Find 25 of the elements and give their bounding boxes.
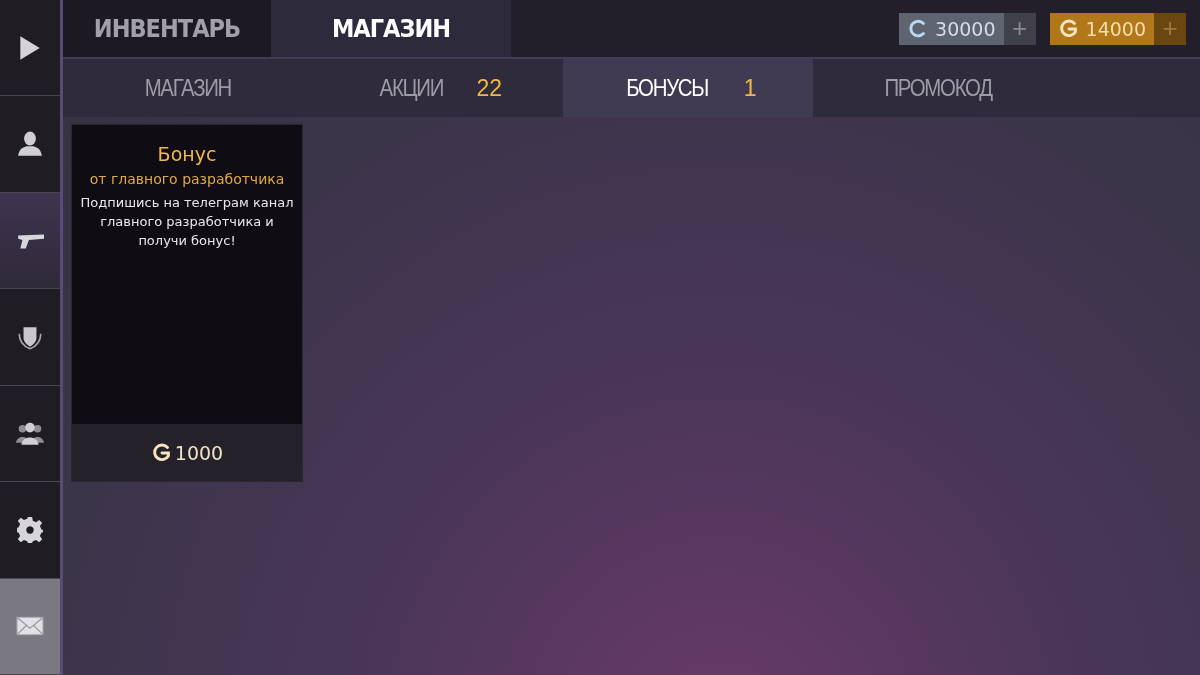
sidebar-item[interactable] (0, 192, 60, 290)
subtab-label: МАГАЗИН (144, 74, 232, 102)
tab[interactable]: ИНВЕНТАРЬ (63, 0, 271, 57)
offer-subtitle: от главного разработчика (89, 171, 285, 187)
subtab-count: 1 (743, 74, 757, 102)
offer-title: Бонус (157, 143, 217, 165)
offer-price: 1000 (174, 441, 224, 464)
subtab-label: АКЦИИ (379, 74, 443, 102)
sidebar-item[interactable] (0, 578, 60, 675)
subtab-count: 22 (476, 74, 503, 102)
settings-icon (16, 515, 44, 544)
offer-card[interactable]: Бонус от главного разработчика Подпишись на телеграм канал главного разработчика и получи бонус! 1000 (71, 124, 303, 482)
subtab-label: БОНУСЫ (626, 74, 709, 102)
coin-icon (150, 441, 173, 464)
subtab[interactable]: АКЦИИ 22 (313, 59, 563, 117)
person-icon (16, 130, 44, 159)
subtab[interactable]: МАГАЗИН (63, 59, 313, 117)
subtab-label: ПРОМОКОД (884, 74, 992, 102)
subtab[interactable]: ПРОМОКОД (813, 59, 1063, 117)
currency-amount: 14000 (1085, 17, 1146, 40)
coin-icon (1057, 17, 1080, 40)
subtab[interactable]: БОНУСЫ 1 (563, 59, 813, 117)
currency-amount: 30000 (935, 17, 996, 40)
tab[interactable]: МАГАЗИН (271, 0, 511, 57)
offer-description: Подпишись на телеграм канал главного разработчика и получи бонус! (79, 194, 295, 250)
